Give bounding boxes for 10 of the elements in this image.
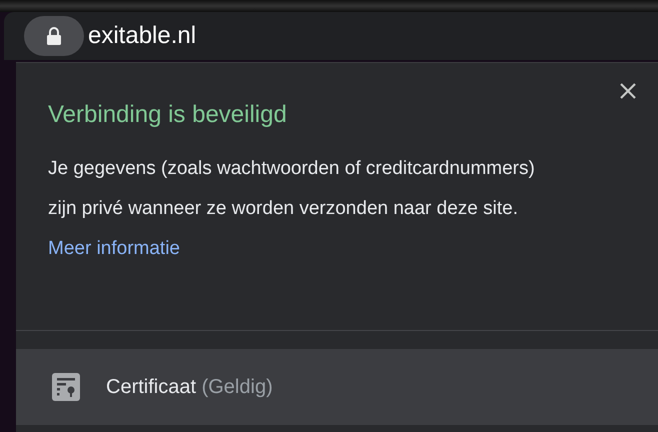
close-icon[interactable] [620, 83, 636, 99]
certificate-icon [52, 373, 80, 401]
url-text[interactable]: exitable.nl [88, 22, 196, 50]
security-message: Je gegevens (zoals wachtwoorden of creditcardnummers) zijn privé wanneer ze worden verzonden naar deze site. Meer informatie [48, 157, 536, 261]
certificate-item[interactable]: Certificaat (Geldig) [16, 349, 658, 425]
certificate-label: Certificaat (Geldig) [106, 376, 273, 398]
lock-icon [47, 27, 61, 45]
site-info-button[interactable] [24, 16, 84, 56]
popup-title: Verbinding is beveiligd [48, 101, 288, 129]
more-info-link[interactable]: Meer informatie [48, 238, 180, 259]
